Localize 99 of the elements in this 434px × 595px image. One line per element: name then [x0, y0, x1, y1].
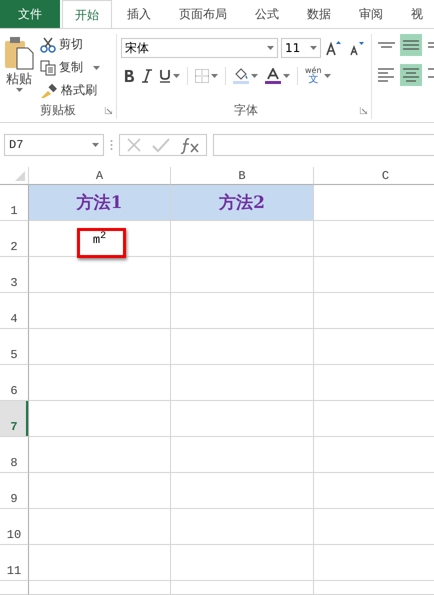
- insert-function-button[interactable]: [180, 136, 200, 154]
- caret-icon: [16, 88, 22, 92]
- row-header[interactable]: 1: [0, 185, 29, 221]
- align-middle-button[interactable]: [400, 34, 422, 56]
- table-cell[interactable]: 方法2: [171, 185, 314, 221]
- table-cell[interactable]: [171, 437, 314, 473]
- paste-button[interactable]: 粘贴: [0, 34, 38, 101]
- grip-icon: [110, 139, 113, 151]
- row-header[interactable]: 4: [0, 293, 29, 329]
- enter-button[interactable]: [152, 137, 170, 153]
- ribbon-tab[interactable]: 审阅: [346, 0, 396, 28]
- copy-button[interactable]: 复制: [38, 57, 102, 78]
- table-cell[interactable]: [171, 365, 314, 401]
- table-cell[interactable]: [171, 257, 314, 293]
- row-header[interactable]: 5: [0, 329, 29, 365]
- table-cell[interactable]: [29, 401, 171, 437]
- table-cell[interactable]: 方法1: [29, 185, 171, 221]
- table-cell[interactable]: [29, 365, 171, 401]
- paint-bucket-icon: [233, 68, 249, 84]
- ribbon-tab[interactable]: 公式: [242, 0, 292, 28]
- name-box[interactable]: D7: [4, 134, 104, 156]
- cross-icon: [126, 137, 142, 153]
- table-cell[interactable]: [29, 257, 171, 293]
- table-cell[interactable]: [29, 581, 171, 595]
- cell-text: m$^{2}$: [92, 230, 106, 246]
- cut-button[interactable]: 剪切: [38, 34, 102, 55]
- row-header[interactable]: 10: [0, 509, 29, 545]
- shrink-font-icon: [349, 40, 365, 56]
- cancel-button[interactable]: [126, 137, 142, 153]
- brush-icon: [40, 82, 58, 98]
- table-cell[interactable]: [171, 545, 314, 581]
- function-icon: [180, 136, 200, 154]
- row-header[interactable]: 11: [0, 545, 29, 581]
- table-cell[interactable]: [171, 329, 314, 365]
- table-cell[interactable]: [171, 509, 314, 545]
- table-cell[interactable]: [29, 437, 171, 473]
- table-cell[interactable]: [29, 473, 171, 509]
- caret-icon: [310, 46, 317, 50]
- italic-icon: [142, 69, 152, 83]
- scissors-icon: [40, 36, 56, 52]
- caret-icon: [211, 74, 218, 78]
- font-color-button[interactable]: [263, 65, 292, 87]
- ribbon-tab[interactable]: 开始: [62, 0, 112, 28]
- phonetic-guide-button[interactable]: wén 文: [303, 65, 333, 87]
- cell-text: 方法2: [219, 192, 265, 214]
- check-icon: [152, 137, 170, 153]
- cell-text: 方法1: [76, 192, 122, 214]
- ribbon-tab[interactable]: 插入: [114, 0, 164, 28]
- ribbon-tab[interactable]: 页面布局: [166, 0, 240, 28]
- table-cell[interactable]: [29, 329, 171, 365]
- caret-icon: [267, 46, 274, 50]
- copy-icon: [40, 60, 56, 76]
- table-cell[interactable]: [171, 401, 314, 437]
- row-header[interactable]: [0, 581, 29, 595]
- align-center-button[interactable]: [400, 64, 422, 86]
- underline-icon: [159, 69, 171, 83]
- align-icon: [378, 68, 394, 82]
- table-cell[interactable]: m$^{2}$: [29, 221, 171, 257]
- row-header[interactable]: 6: [0, 365, 29, 401]
- row-header[interactable]: 7: [0, 401, 29, 437]
- ribbon-tab[interactable]: 视: [398, 0, 424, 28]
- font-name-field[interactable]: 宋体: [121, 38, 278, 58]
- ribbon-tab[interactable]: 数据: [294, 0, 344, 28]
- ribbon-tab[interactable]: 文件: [0, 0, 60, 28]
- dialog-launcher-icon: [360, 107, 367, 114]
- select-all-icon: [15, 171, 25, 181]
- table-cell[interactable]: [29, 293, 171, 329]
- group-label: 剪贴板: [40, 102, 76, 118]
- table-cell[interactable]: [171, 473, 314, 509]
- format-painter-button[interactable]: 格式刷: [38, 80, 102, 101]
- align-icon: [403, 68, 419, 82]
- caret-icon: [92, 143, 99, 147]
- group-label: 字体: [234, 102, 258, 118]
- table-cell[interactable]: [29, 509, 171, 545]
- grow-font-icon: [326, 40, 342, 56]
- font-size-field[interactable]: 11: [281, 38, 321, 58]
- caret-icon: [283, 74, 290, 78]
- bold-icon: [123, 69, 135, 83]
- font-color-icon: [265, 68, 281, 84]
- column-header[interactable]: B: [171, 167, 314, 185]
- align-icon: [378, 42, 394, 48]
- table-cell[interactable]: [29, 545, 171, 581]
- caret-icon: [251, 74, 258, 78]
- column-header[interactable]: A: [29, 167, 171, 185]
- table-cell[interactable]: [171, 581, 314, 595]
- caret-icon: [324, 74, 331, 78]
- border-grid-icon: [195, 69, 209, 83]
- clipboard-icon: [4, 36, 34, 70]
- row-header[interactable]: 3: [0, 257, 29, 293]
- table-cell[interactable]: [171, 221, 314, 257]
- caret-icon: [92, 66, 100, 70]
- dialog-launcher-icon: [105, 107, 112, 114]
- row-header[interactable]: 2: [0, 221, 29, 257]
- align-icon: [403, 40, 419, 50]
- row-header[interactable]: 9: [0, 473, 29, 509]
- table-cell[interactable]: [171, 293, 314, 329]
- row-header[interactable]: 8: [0, 437, 29, 473]
- caret-icon: [173, 74, 180, 78]
- formula-input[interactable]: [213, 134, 434, 156]
